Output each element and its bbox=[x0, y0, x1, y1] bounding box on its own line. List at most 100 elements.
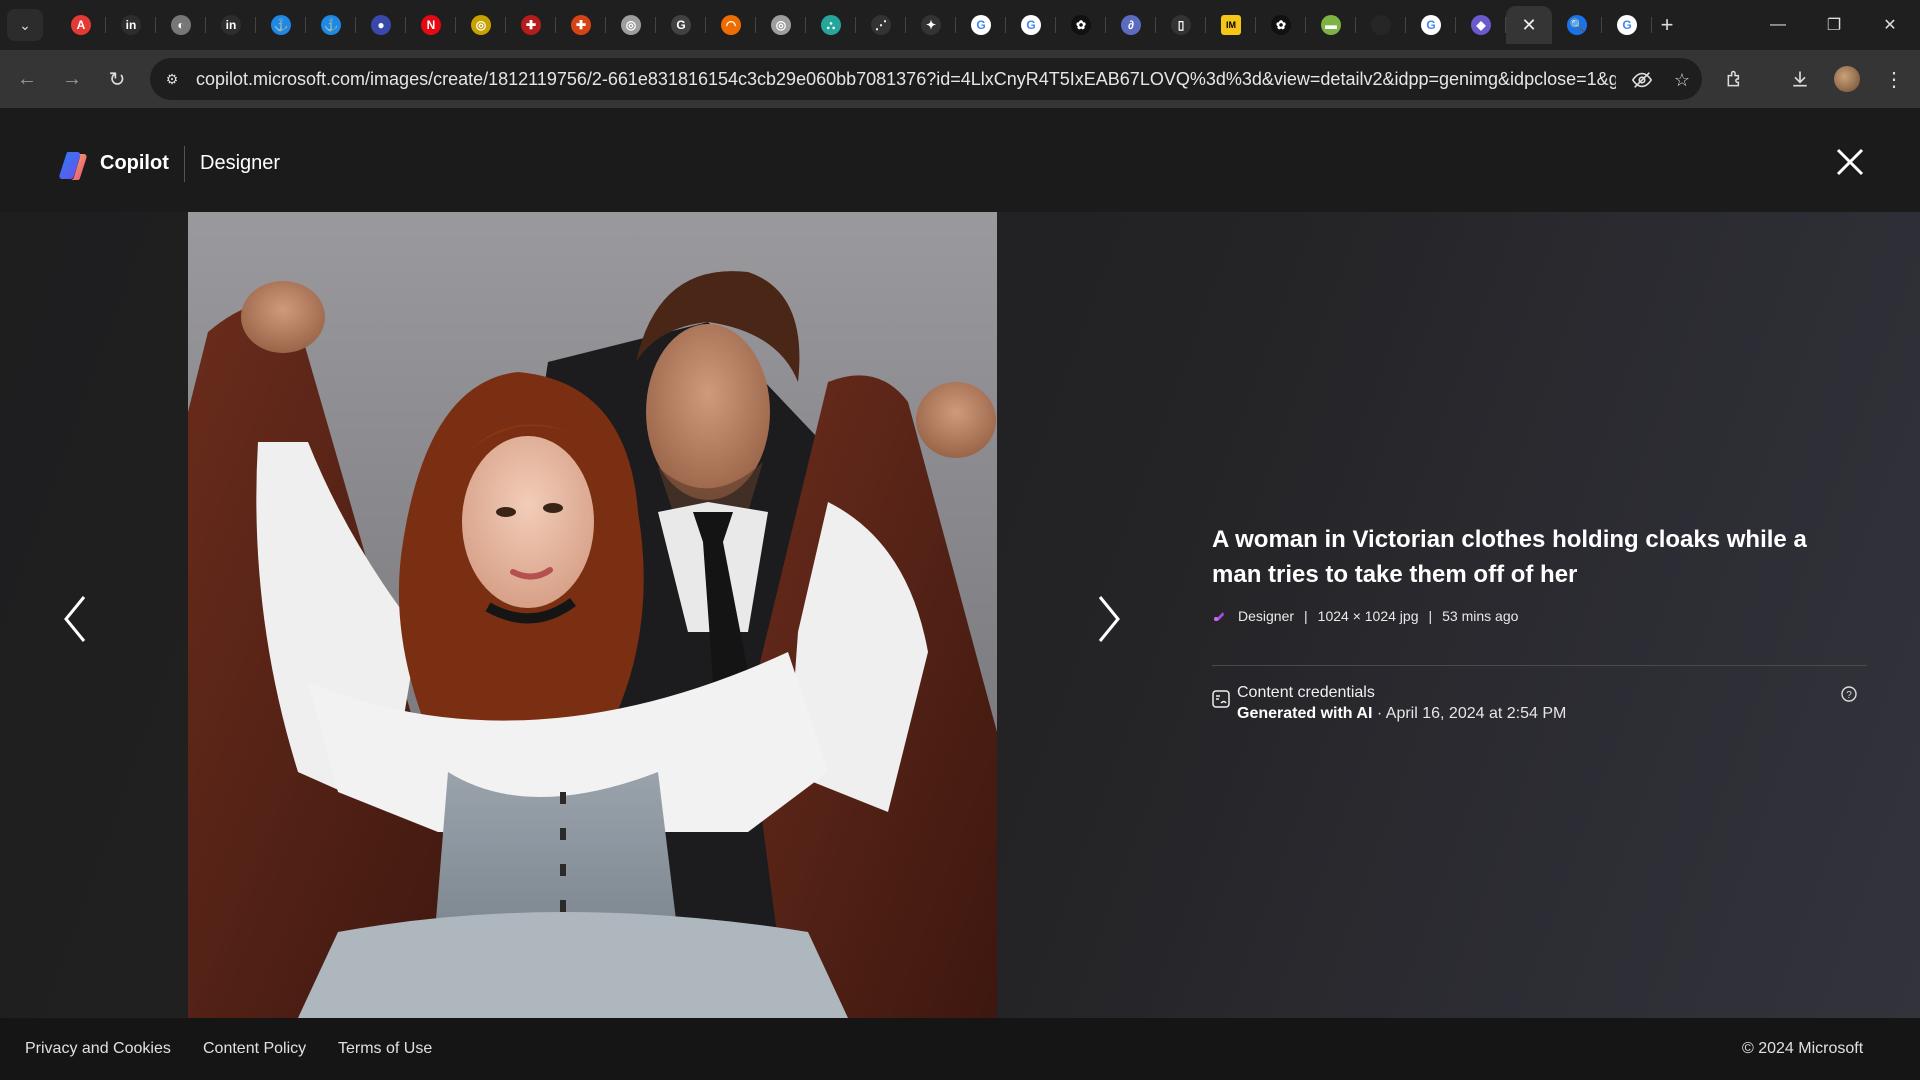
url-text[interactable]: copilot.microsoft.com/images/create/1812… bbox=[196, 69, 1616, 90]
reload-button[interactable]: ↻ bbox=[102, 64, 132, 94]
browser-tab[interactable]: ✚ bbox=[506, 6, 556, 44]
designer-icon bbox=[1214, 612, 1224, 621]
download-icon[interactable] bbox=[1785, 64, 1815, 94]
browser-tab[interactable]: ● bbox=[356, 6, 406, 44]
generated-date: · April 16, 2024 at 2:54 PM bbox=[1372, 705, 1567, 722]
extensions-icon[interactable] bbox=[1720, 64, 1750, 94]
copilot-logo-icon bbox=[59, 152, 87, 180]
browser-tab[interactable]: ◠ bbox=[706, 6, 756, 44]
window-close-button[interactable]: ✕ bbox=[1862, 0, 1918, 50]
target-icon: ◎ bbox=[471, 15, 491, 35]
browser-toolbar: ← → ↻ ⚙ copilot.microsoft.com/images/cre… bbox=[0, 50, 1920, 108]
browser-tab[interactable]: G bbox=[656, 6, 706, 44]
tab-close-icon[interactable]: ✕ bbox=[1521, 15, 1536, 36]
browser-tab[interactable]: ▯ bbox=[1156, 6, 1206, 44]
browser-tab[interactable]: ✿ bbox=[1056, 6, 1106, 44]
active-tab[interactable]: ✕ bbox=[1506, 6, 1552, 44]
browser-tab[interactable]: G bbox=[1602, 6, 1652, 44]
browser-tab[interactable]: G bbox=[956, 6, 1006, 44]
browser-tab[interactable]: 🔍 bbox=[1552, 6, 1602, 44]
minimize-button[interactable]: — bbox=[1750, 0, 1806, 50]
swirl-icon: ∂ bbox=[1121, 15, 1141, 35]
anchor-icon: ⚓ bbox=[321, 15, 341, 35]
browser-tab[interactable]: ◆ bbox=[1456, 6, 1506, 44]
browser-tab[interactable]: IM bbox=[1206, 6, 1256, 44]
page-footer: Privacy and Cookies Content Policy Terms… bbox=[0, 1018, 1920, 1080]
imdb-icon: IM bbox=[1221, 15, 1241, 35]
svg-text:?: ? bbox=[1846, 690, 1852, 701]
header-divider bbox=[184, 146, 185, 182]
image-viewer: A woman in Victorian clothes holding clo… bbox=[0, 212, 1920, 1018]
tab-list: Ain ◐ in ⚓ ⚓ ● N ◎ ✚ ✚ ◎ G ◠ ◎ ⛬ ⋰ ✦ G G ✿ ∂ ▯ IM ✿ ▬ G ◆ ✕ 🔍 G bbox=[56, 6, 1652, 44]
kebab-menu-icon[interactable]: ⋮ bbox=[1879, 64, 1909, 94]
doc-icon: ▯ bbox=[1171, 15, 1191, 35]
google-icon: G bbox=[1421, 15, 1441, 35]
google-icon: G bbox=[1617, 15, 1637, 35]
indeed-icon: in bbox=[121, 15, 141, 35]
help-icon[interactable]: ? bbox=[1841, 686, 1857, 702]
plus-icon: + bbox=[1660, 12, 1674, 37]
search-icon: 🔍 bbox=[1567, 15, 1587, 35]
browser-tab[interactable]: ⚓ bbox=[256, 6, 306, 44]
address-bar[interactable]: ⚙ copilot.microsoft.com/images/create/18… bbox=[150, 58, 1702, 100]
generated-image bbox=[188, 212, 997, 1018]
restore-icon: ❐ bbox=[1826, 17, 1842, 34]
generated-label: Generated with AI bbox=[1237, 705, 1373, 722]
browser-tab[interactable]: ⋰ bbox=[856, 6, 906, 44]
browser-tab[interactable]: G bbox=[1006, 6, 1056, 44]
arrow-right-icon: → bbox=[62, 67, 82, 90]
browser-tab[interactable]: ✿ bbox=[1256, 6, 1306, 44]
tab-search-button[interactable]: ⌄ bbox=[7, 9, 43, 41]
anchor-icon: ⚓ bbox=[271, 15, 291, 35]
browser-tab[interactable] bbox=[1356, 6, 1406, 44]
browser-tab[interactable]: ◎ bbox=[456, 6, 506, 44]
browser-tab[interactable]: in bbox=[206, 6, 256, 44]
brand-name[interactable]: Copilot bbox=[100, 152, 169, 175]
restore-button[interactable]: ❐ bbox=[1806, 0, 1862, 50]
victorian-couple-image bbox=[188, 212, 997, 1018]
close-icon: ✕ bbox=[1883, 17, 1897, 34]
meta-size: 1024 × 1024 jpg bbox=[1317, 608, 1419, 624]
content-policy-link[interactable]: Content Policy bbox=[203, 1040, 306, 1058]
browser-tab[interactable]: ✦ bbox=[906, 6, 956, 44]
star-icon[interactable]: ☆ bbox=[1670, 68, 1694, 92]
reload-icon: ↻ bbox=[108, 68, 126, 91]
browser-tab[interactable]: G bbox=[1406, 6, 1456, 44]
meta-separator: | bbox=[1428, 608, 1433, 624]
terms-link[interactable]: Terms of Use bbox=[338, 1040, 432, 1058]
browser-tab[interactable]: ✚ bbox=[556, 6, 606, 44]
credentials-subtitle: Generated with AI · April 16, 2024 at 2:… bbox=[1237, 705, 1566, 723]
copilot-icon: ◆ bbox=[1471, 15, 1491, 35]
close-icon[interactable] bbox=[1832, 144, 1868, 180]
browser-tab[interactable]: ◎ bbox=[606, 6, 656, 44]
browser-tab[interactable]: ◐ bbox=[156, 6, 206, 44]
browser-tab[interactable]: ∂ bbox=[1106, 6, 1156, 44]
site-settings-icon[interactable]: ⚙ bbox=[162, 69, 182, 89]
browser-tab[interactable]: ⚓ bbox=[306, 6, 356, 44]
browser-tab[interactable]: ▬ bbox=[1306, 6, 1356, 44]
forward-button[interactable]: → bbox=[57, 64, 87, 94]
new-tab-button[interactable]: + bbox=[1652, 10, 1682, 40]
browser-tab[interactable]: ◎ bbox=[756, 6, 806, 44]
image-details-panel: A woman in Victorian clothes holding clo… bbox=[1212, 212, 1867, 1018]
privacy-link[interactable]: Privacy and Cookies bbox=[25, 1040, 171, 1058]
browser-tab[interactable]: in bbox=[106, 6, 156, 44]
openai-icon: ✿ bbox=[1071, 15, 1091, 35]
shield-crest-icon: ✚ bbox=[521, 15, 541, 35]
spiral-icon: ◎ bbox=[771, 15, 791, 35]
back-button[interactable]: ← bbox=[12, 64, 42, 94]
circle-icon: ● bbox=[371, 15, 391, 35]
g-letter-icon: G bbox=[671, 15, 691, 35]
product-name[interactable]: Designer bbox=[200, 152, 280, 175]
meta-time: 53 mins ago bbox=[1442, 608, 1519, 624]
content-credentials-icon bbox=[1212, 690, 1230, 708]
next-image-button[interactable] bbox=[1088, 589, 1128, 649]
eye-slash-icon[interactable] bbox=[1630, 68, 1654, 92]
copyright: © 2024 Microsoft bbox=[1742, 1040, 1864, 1057]
profile-avatar[interactable] bbox=[1834, 66, 1860, 92]
stripe-icon: ▬ bbox=[1321, 15, 1341, 35]
previous-image-button[interactable] bbox=[56, 589, 96, 649]
browser-tab[interactable]: N bbox=[406, 6, 456, 44]
browser-tab[interactable]: A bbox=[56, 6, 106, 44]
browser-tab[interactable]: ⛬ bbox=[806, 6, 856, 44]
